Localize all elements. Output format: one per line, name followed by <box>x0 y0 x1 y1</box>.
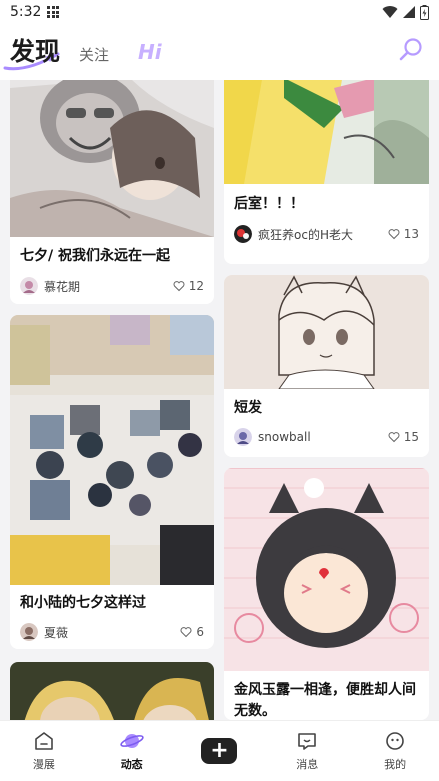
heart-icon <box>173 281 185 292</box>
post-card[interactable]: 后室！！！ 疯狂养oc的H老大 13 <box>224 80 429 264</box>
author-name[interactable]: 疯狂养oc的H老大 <box>258 226 388 243</box>
like-button[interactable]: 15 <box>388 430 419 444</box>
like-count: 15 <box>403 430 419 444</box>
tab-profile[interactable]: 我的 <box>351 721 439 781</box>
heart-icon <box>388 432 400 443</box>
post-title: 短发 <box>234 400 262 416</box>
like-count: 12 <box>188 279 204 293</box>
like-button[interactable]: 6 <box>180 625 204 639</box>
tab-follow[interactable]: 关注 <box>79 44 109 65</box>
avatar[interactable] <box>234 428 252 446</box>
like-count: 6 <box>196 625 204 639</box>
app-grid-icon <box>47 6 60 18</box>
tab-messages[interactable]: 消息 <box>263 721 351 781</box>
post-title: 后室！！！ <box>234 196 304 212</box>
avatar[interactable] <box>20 277 38 295</box>
tab-hi[interactable]: Hi <box>138 40 162 64</box>
post-title: 七夕/ 祝我们永远在一起 <box>20 248 170 264</box>
post-card[interactable]: 短发 snowball 15 <box>224 275 429 457</box>
author-name[interactable]: snowball <box>258 430 388 444</box>
author-name[interactable]: 夏薇 <box>44 624 180 641</box>
tab-label: 漫展 <box>32 758 55 771</box>
tab-label: 消息 <box>296 758 319 771</box>
heart-icon <box>388 229 400 240</box>
heart-icon <box>180 627 192 638</box>
wifi-icon <box>382 6 398 19</box>
tab-label: 动态 <box>120 758 143 771</box>
bottom-tab-bar: 漫展 动态 + 消息 我的 <box>0 720 439 781</box>
tab-post[interactable]: + <box>176 721 264 781</box>
planet-icon <box>120 734 144 748</box>
tab-discover[interactable]: 发现 <box>3 32 61 71</box>
status-bar: 5:32 <box>0 0 439 24</box>
like-button[interactable]: 13 <box>388 227 419 241</box>
tab-label: 我的 <box>384 758 407 771</box>
avatar[interactable] <box>20 623 38 641</box>
message-icon <box>298 733 317 750</box>
author-name[interactable]: 慕花期 <box>44 278 173 295</box>
tab-discover-label: 发现 <box>10 37 61 66</box>
tab-exhibition[interactable]: 漫展 <box>0 721 88 781</box>
post-image <box>224 468 429 671</box>
post-title: 和小陆的七夕这样过 <box>20 595 146 611</box>
post-meta: 慕花期 12 <box>20 276 204 296</box>
post-card[interactable]: 七夕/ 祝我们永远在一起 慕花期 12 <box>10 80 214 304</box>
post-meta: snowball 15 <box>234 427 419 447</box>
house-icon <box>35 732 53 750</box>
post-title: 金风玉露一相逢，便胜却人间无数。 <box>234 682 416 719</box>
feed-masonry: 七夕/ 祝我们永远在一起 慕花期 12 和小陆的七夕这样过 夏薇 6 后室！！！… <box>0 80 439 720</box>
like-count: 13 <box>403 227 419 241</box>
avatar[interactable] <box>234 225 252 243</box>
post-card[interactable]: 和小陆的七夕这样过 夏薇 6 <box>10 315 214 649</box>
top-tabs: 发现 关注 Hi <box>0 24 439 80</box>
profile-icon <box>386 732 404 750</box>
tab-feed[interactable]: 动态 <box>88 721 176 781</box>
post-meta: 夏薇 6 <box>20 622 204 642</box>
post-image <box>224 275 429 389</box>
search-icon[interactable] <box>397 36 425 64</box>
plus-icon: + <box>201 738 238 764</box>
post-image <box>224 80 429 184</box>
post-card[interactable] <box>10 662 214 720</box>
post-card[interactable]: 金风玉露一相逢，便胜却人间无数。 <box>224 468 429 720</box>
post-image <box>10 80 214 237</box>
signal-icon <box>403 6 415 18</box>
post-image <box>10 315 214 585</box>
post-meta: 疯狂养oc的H老大 13 <box>234 224 419 244</box>
like-button[interactable]: 12 <box>173 279 204 293</box>
status-time: 5:32 <box>10 4 42 20</box>
post-image <box>10 662 214 720</box>
battery-icon <box>420 4 429 20</box>
